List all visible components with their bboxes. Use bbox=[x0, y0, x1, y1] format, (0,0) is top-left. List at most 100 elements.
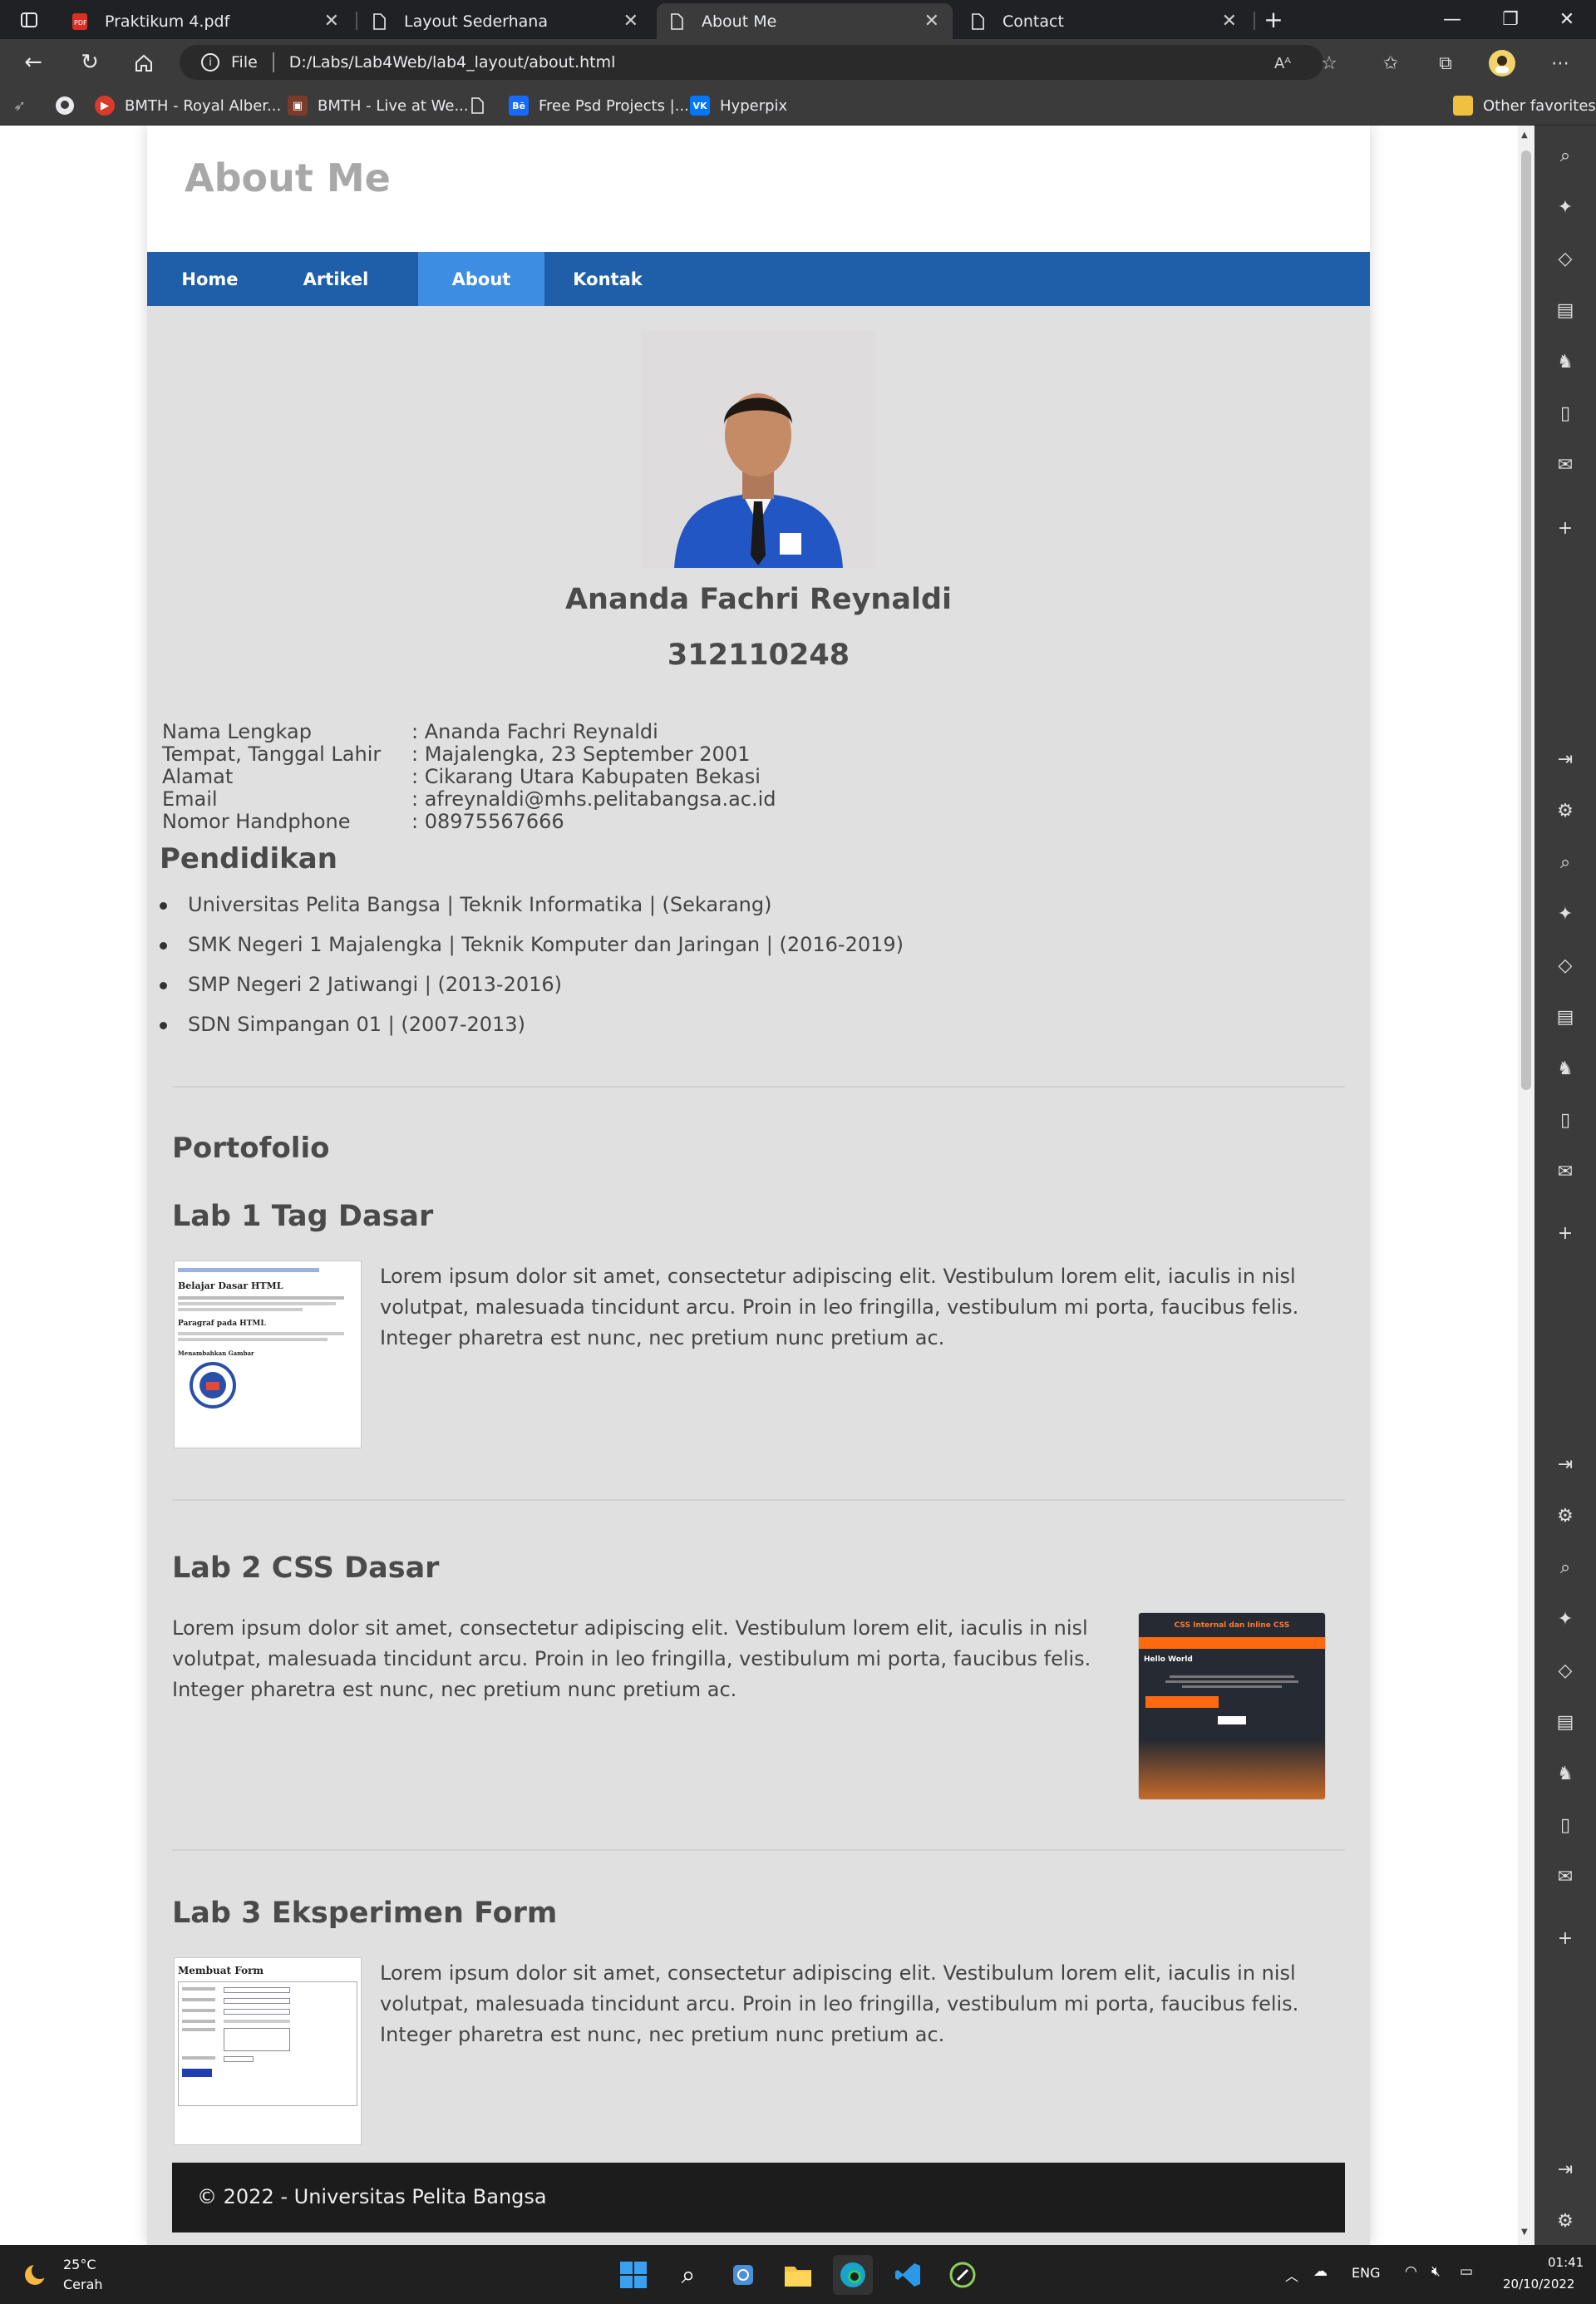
scroll-up-icon[interactable]: ▲ bbox=[1521, 131, 1528, 140]
thumb-heading: Membuat Form bbox=[178, 1965, 264, 1976]
add-favorite-icon[interactable]: ☆ bbox=[1315, 49, 1343, 77]
weather-icon[interactable] bbox=[15, 2255, 55, 2295]
info-icon[interactable]: i bbox=[201, 53, 219, 72]
search-icon[interactable]: ⌕ bbox=[1534, 141, 1596, 170]
chevron-up-icon[interactable]: ︿ bbox=[1285, 2265, 1298, 2285]
minimize-icon[interactable]: — bbox=[1423, 0, 1481, 39]
nav-home[interactable]: Home bbox=[147, 252, 273, 306]
vscode-icon[interactable] bbox=[888, 2255, 928, 2295]
page-scrollbar[interactable]: ▲ ▼ bbox=[1518, 126, 1534, 2245]
favorite-item[interactable]: Bē Free Psd Projects |... bbox=[509, 94, 689, 117]
panel-icon[interactable]: ⇥ bbox=[1534, 2154, 1596, 2184]
lab-title: Lab 2 CSS Dasar bbox=[172, 1552, 440, 1585]
github-icon[interactable] bbox=[55, 94, 75, 117]
close-icon[interactable]: ✕ bbox=[924, 11, 939, 32]
clock-time[interactable]: 01:41 bbox=[1548, 2255, 1584, 2270]
panel-icon[interactable]: ⇥ bbox=[1534, 744, 1596, 774]
windows-start-icon[interactable] bbox=[613, 2255, 653, 2295]
restore-icon[interactable]: ❐ bbox=[1481, 0, 1539, 39]
volume-muted-icon[interactable]: 🔇︎ bbox=[1431, 2263, 1441, 2280]
shopping-tag-icon[interactable]: ◇ bbox=[1534, 244, 1596, 274]
page-icon bbox=[668, 12, 685, 31]
discover-icon[interactable]: ✦ bbox=[1534, 899, 1596, 929]
favorite-item[interactable]: ▶ BMTH - Royal Alber... bbox=[95, 94, 281, 117]
games-icon[interactable]: ♞ bbox=[1534, 1759, 1596, 1788]
snipping-tool-icon[interactable] bbox=[723, 2255, 763, 2295]
nav-about[interactable]: About bbox=[418, 252, 544, 306]
read-aloud-icon[interactable]: Aᴬ bbox=[1268, 49, 1297, 77]
clock-date[interactable]: 20/10/2022 bbox=[1503, 2277, 1574, 2292]
tab-actions-icon[interactable] bbox=[0, 0, 58, 39]
battery-icon[interactable]: ▭ bbox=[1460, 2263, 1473, 2280]
file-explorer-icon[interactable] bbox=[778, 2255, 818, 2295]
add-icon[interactable]: + bbox=[1534, 1218, 1596, 1248]
collections-icon[interactable]: ⧉ bbox=[1431, 49, 1460, 77]
tab-about-me[interactable]: About Me ✕ bbox=[657, 3, 953, 39]
tab-praktikum-pdf[interactable]: PDF Praktikum 4.pdf ✕ bbox=[60, 3, 352, 39]
tab-layout-sederhana[interactable]: Layout Sederhana ✕ bbox=[359, 3, 652, 39]
tab-contact[interactable]: Contact ✕ bbox=[958, 3, 1250, 39]
settings-icon[interactable]: ⚙ bbox=[1534, 1501, 1596, 1531]
divider bbox=[172, 1499, 1345, 1501]
favorites-icon[interactable]: ✩ bbox=[1377, 49, 1405, 77]
close-icon[interactable]: ✕ bbox=[1222, 11, 1237, 32]
shopping-tag-icon[interactable]: ◇ bbox=[1534, 1655, 1596, 1685]
cloud-icon[interactable]: ☁ bbox=[1313, 2263, 1328, 2280]
scroll-down-icon[interactable]: ▼ bbox=[1521, 2228, 1528, 2237]
office-icon[interactable]: ▯ bbox=[1534, 398, 1596, 428]
more-icon[interactable]: ⋯ bbox=[1546, 49, 1574, 77]
url-text[interactable]: D:/Labs/Lab4Web/lab4_layout/about.html bbox=[289, 53, 616, 72]
nav-artikel[interactable]: Artikel bbox=[273, 252, 399, 306]
close-icon[interactable]: ✕ bbox=[324, 11, 339, 32]
settings-icon[interactable]: ⚙ bbox=[1534, 2206, 1596, 2236]
office-icon[interactable]: ▯ bbox=[1534, 1810, 1596, 1840]
close-icon[interactable]: ✕ bbox=[623, 11, 638, 32]
other-favorites[interactable]: Other favorites bbox=[1453, 94, 1596, 117]
refresh-icon[interactable]: ↻ bbox=[75, 47, 105, 77]
search-icon[interactable]: ⌕ bbox=[1534, 847, 1596, 877]
favorite-label: BMTH - Royal Alber... bbox=[125, 96, 282, 115]
games-icon[interactable]: ♞ bbox=[1534, 347, 1596, 377]
add-icon[interactable]: + bbox=[1534, 513, 1596, 543]
lab3-thumbnail: Membuat Form bbox=[174, 1957, 362, 2145]
nav-kontak[interactable]: Kontak bbox=[544, 252, 671, 306]
favorite-item[interactable]: VK Hyperpix bbox=[690, 94, 787, 117]
games-icon[interactable]: ♞ bbox=[1534, 1053, 1596, 1083]
panel-icon[interactable]: ⇥ bbox=[1534, 1449, 1596, 1479]
back-icon[interactable]: ← bbox=[18, 47, 48, 77]
tools-icon[interactable]: ▤ bbox=[1534, 1707, 1596, 1737]
close-window-icon[interactable]: ✕ bbox=[1538, 0, 1596, 39]
shopping-tag-icon[interactable]: ◇ bbox=[1534, 950, 1596, 980]
tools-icon[interactable]: ▤ bbox=[1534, 1002, 1596, 1032]
app-icon[interactable] bbox=[943, 2255, 983, 2295]
search-icon[interactable]: ⌕ bbox=[1534, 1552, 1596, 1582]
settings-icon[interactable]: ⚙ bbox=[1534, 796, 1596, 826]
search-icon[interactable]: ⌕ bbox=[668, 2255, 708, 2295]
profile-photo bbox=[641, 331, 876, 568]
avatar[interactable] bbox=[1488, 49, 1516, 77]
bird-icon[interactable]: ➶ bbox=[13, 94, 26, 117]
add-icon[interactable]: + bbox=[1534, 1923, 1596, 1953]
office-icon[interactable]: ▯ bbox=[1534, 1105, 1596, 1135]
site-footer: © 2022 - Universitas Pelita Bangsa bbox=[172, 2163, 1345, 2232]
info-value: : afreynaldi@mhs.pelitabangsa.ac.id bbox=[411, 787, 776, 811]
tools-icon[interactable]: ▤ bbox=[1534, 295, 1596, 325]
favorite-label: BMTH - Live at We... bbox=[318, 96, 469, 115]
url-field[interactable]: i File D:/Labs/Lab4Web/lab4_layout/about… bbox=[180, 45, 1323, 80]
thumb-subheading: Menambahkan Gambar bbox=[178, 1349, 254, 1357]
home-icon[interactable] bbox=[129, 47, 159, 77]
language-indicator[interactable]: ENG bbox=[1352, 2265, 1380, 2281]
edge-icon[interactable] bbox=[833, 2255, 873, 2295]
scrollbar-thumb[interactable] bbox=[1521, 150, 1531, 1090]
outlook-icon[interactable]: ✉ bbox=[1534, 450, 1596, 480]
page-icon[interactable] bbox=[470, 94, 484, 117]
lab-title: Lab 1 Tag Dasar bbox=[172, 1200, 434, 1233]
favorite-item[interactable]: ▣ BMTH - Live at We... bbox=[288, 94, 469, 117]
wifi-icon[interactable]: ◠ bbox=[1405, 2263, 1417, 2280]
outlook-icon[interactable]: ✉ bbox=[1534, 1157, 1596, 1187]
discover-icon[interactable]: ✦ bbox=[1534, 192, 1596, 222]
outlook-icon[interactable]: ✉ bbox=[1534, 1862, 1596, 1892]
discover-icon[interactable]: ✦ bbox=[1534, 1604, 1596, 1634]
new-tab-icon[interactable]: + bbox=[1257, 0, 1290, 39]
thumb-heading: CSS Internal dan Inline CSS bbox=[1174, 1621, 1290, 1630]
